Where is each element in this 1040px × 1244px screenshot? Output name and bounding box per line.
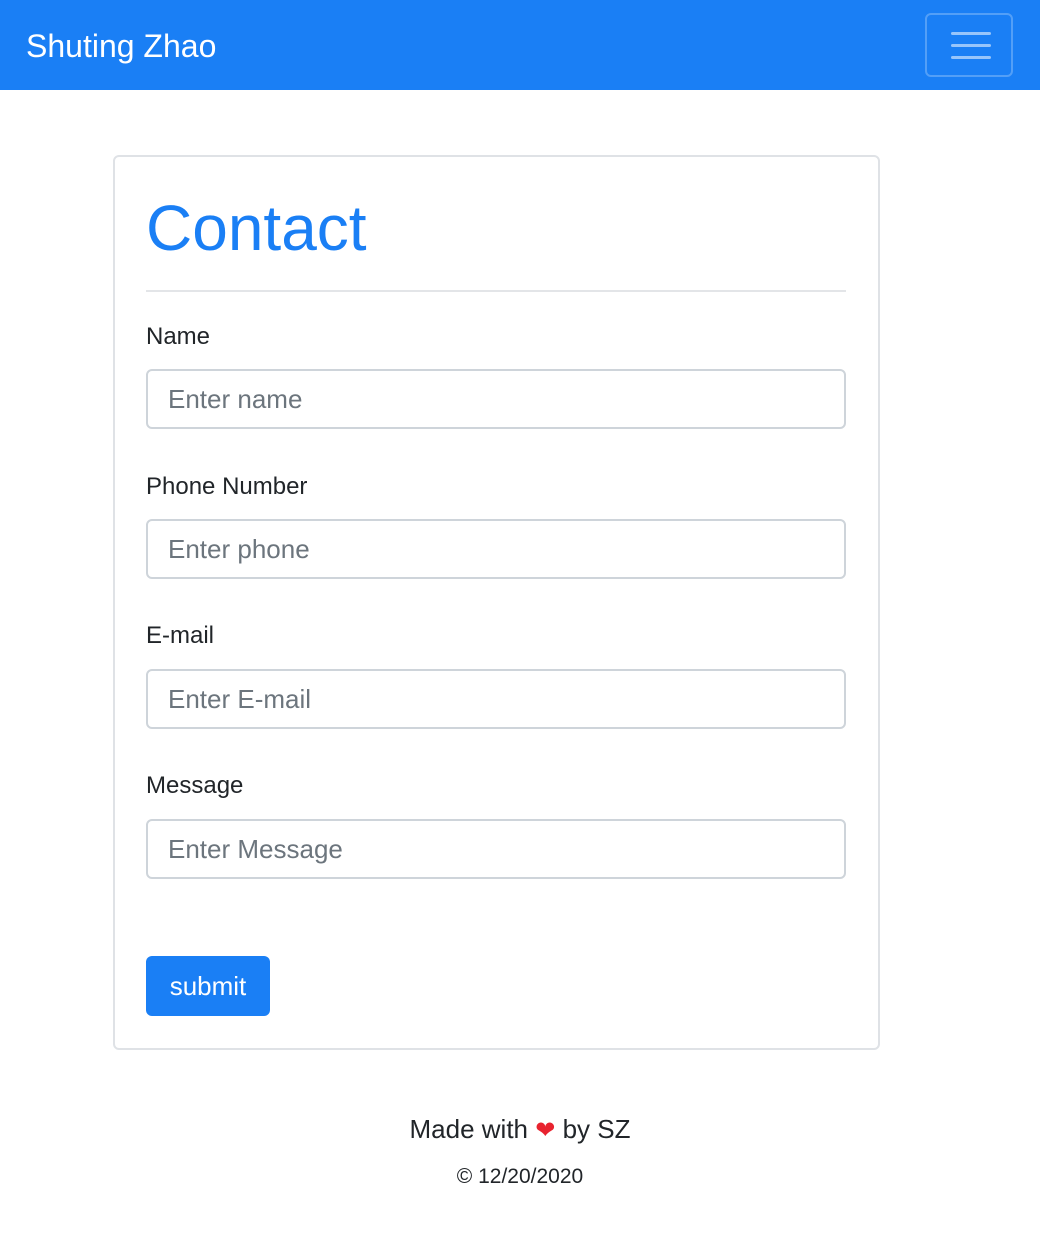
email-label: E-mail	[146, 622, 215, 649]
navbar: Shuting Zhao	[0, 0, 1040, 90]
brand-link[interactable]: Shuting Zhao	[26, 27, 216, 65]
footer-credit: Made with ❤ by SZ	[0, 1112, 1040, 1148]
phone-label: Phone Number	[146, 473, 308, 500]
hamburger-menu-icon-bar	[951, 56, 991, 59]
hamburger-menu-icon-bar	[951, 44, 991, 47]
page-title: Contact	[146, 192, 367, 264]
name-input[interactable]	[146, 369, 846, 429]
navbar-toggle-button[interactable]	[925, 13, 1013, 77]
divider	[146, 290, 846, 292]
hamburger-menu-icon	[951, 32, 991, 35]
name-label: Name	[146, 323, 211, 350]
footer-made-prefix: Made with	[409, 1114, 529, 1144]
message-label: Message	[146, 772, 244, 799]
message-input[interactable]	[146, 819, 846, 879]
heart-icon: ❤	[535, 1117, 556, 1144]
footer-made-suffix: by SZ	[562, 1114, 631, 1144]
phone-input[interactable]	[146, 519, 846, 579]
email-input[interactable]	[146, 669, 846, 729]
submit-button[interactable]: submit	[146, 956, 270, 1016]
footer-date: © 12/20/2020	[456, 1165, 584, 1188]
